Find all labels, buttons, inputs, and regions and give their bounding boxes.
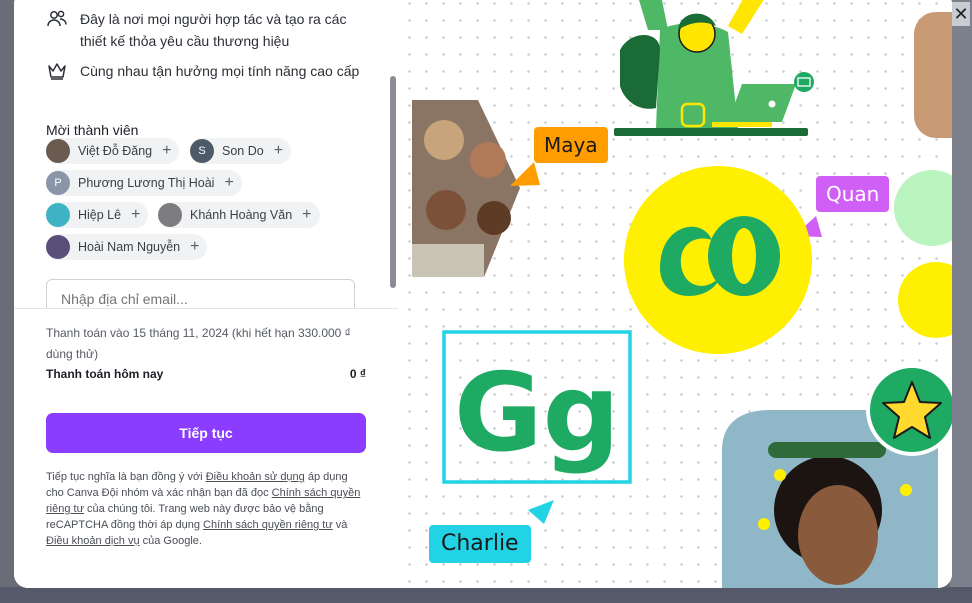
tag-charlie: Charlie xyxy=(429,525,531,563)
mail-badge xyxy=(794,72,814,92)
avatar xyxy=(46,235,70,259)
laptop xyxy=(728,84,796,122)
member-name: Khánh Hoàng Văn xyxy=(190,208,293,222)
today-value: 0 ₫ xyxy=(349,367,366,381)
today-label: Thanh toán hôm nay xyxy=(46,367,164,381)
member-chip[interactable]: Việt Đỗ Đăng + xyxy=(46,138,180,164)
add-icon[interactable]: + xyxy=(190,239,199,255)
member-name: Phương Lương Thị Hoài xyxy=(78,176,215,190)
google-privacy-link[interactable]: Chính sách quyền riêng tư xyxy=(203,519,333,531)
hair-clip xyxy=(774,469,786,481)
hair-clip xyxy=(758,518,770,530)
photo-face xyxy=(426,190,466,230)
member-chip[interactable]: Hoài Nam Nguyễn + xyxy=(46,234,208,260)
scroll-area: Đây là nơi mọi người hợp tác và tạo ra c… xyxy=(14,0,398,308)
avatar: S xyxy=(190,139,214,163)
member-name: Việt Đỗ Đăng xyxy=(78,144,153,158)
feature-premium: Cùng nhau tận hưởng mọi tính năng cao cấ… xyxy=(46,60,370,82)
logo-o-inner xyxy=(732,228,756,284)
left-panel: Đây là nơi mọi người hợp tác và tạo ra c… xyxy=(14,0,398,588)
photo-face xyxy=(477,201,511,235)
payment-section: Thanh toán vào 15 tháng 11, 2024 (khi hế… xyxy=(14,309,398,588)
add-icon[interactable]: + xyxy=(274,143,283,159)
photo-face xyxy=(424,120,464,160)
arm xyxy=(639,0,668,30)
desk xyxy=(614,128,808,136)
add-icon[interactable]: + xyxy=(162,143,171,159)
member-chip[interactable]: Hiệp Lê + xyxy=(46,202,149,228)
feature-text: Cùng nhau tận hưởng mọi tính năng cao cấ… xyxy=(80,63,360,79)
cursor-maya xyxy=(510,162,540,186)
continue-button[interactable]: Tiếp tục xyxy=(46,413,366,453)
people-icon xyxy=(47,10,67,27)
add-icon[interactable]: + xyxy=(131,207,140,223)
member-chip[interactable]: P Phương Lương Thị Hoài + xyxy=(46,170,242,196)
laptop-dot xyxy=(768,100,776,108)
feature-text: Đây là nơi mọi người hợp tác và tạo ra c… xyxy=(80,11,347,49)
payment-today-row: Thanh toán hôm nay 0 ₫ xyxy=(46,367,366,381)
member-name: Son Do xyxy=(222,144,264,158)
desk-paper xyxy=(712,122,772,127)
hair-clip xyxy=(900,484,912,496)
avatar xyxy=(158,203,182,227)
member-chip[interactable]: S Son Do + xyxy=(190,138,292,164)
hair xyxy=(620,35,660,109)
terms-link[interactable]: Điều khoản sử dụng xyxy=(206,471,305,483)
legal-part: Tiếp tục nghĩa là bạn đồng ý với xyxy=(46,471,206,483)
avatar xyxy=(46,203,70,227)
photo-face xyxy=(470,142,506,178)
feature-collaborate: Đây là nơi mọi người hợp tác và tạo ra c… xyxy=(46,8,370,52)
photo-shirt xyxy=(412,244,484,277)
tag-maya: Maya xyxy=(534,127,608,163)
team-invite-modal: Đây là nơi mọi người hợp tác và tạo ra c… xyxy=(14,0,952,588)
illustration: Gg xyxy=(412,0,952,588)
tag-quan: Quan xyxy=(816,176,890,212)
arm-raised xyxy=(728,0,764,34)
add-icon[interactable]: + xyxy=(224,175,233,191)
legal-part: và xyxy=(332,519,348,531)
backdrop-strip xyxy=(950,0,972,603)
yellow-circle-small xyxy=(898,262,952,338)
close-icon[interactable]: ✕ xyxy=(952,2,970,26)
avatar xyxy=(46,139,70,163)
mint-circle xyxy=(894,170,952,246)
email-input[interactable] xyxy=(46,279,355,308)
member-name: Hoài Nam Nguyễn xyxy=(78,240,181,254)
member-chip[interactable]: Khánh Hoàng Văn + xyxy=(158,202,320,228)
scrollbar[interactable] xyxy=(390,76,396,288)
gg-letters: Gg xyxy=(454,351,620,476)
backdrop-bottom xyxy=(0,587,972,603)
member-name: Hiệp Lê xyxy=(78,208,122,222)
google-terms-link[interactable]: Điều khoản dịch vụ xyxy=(46,535,140,547)
headband xyxy=(768,442,886,458)
woman-face xyxy=(798,485,878,585)
crown-icon xyxy=(48,63,66,80)
illustration-panel: Gg Maya Quan Charlie xyxy=(398,0,952,588)
legal-part: của Google. xyxy=(139,535,202,547)
payment-note: Thanh toán vào 15 tháng 11, 2024 (khi hế… xyxy=(46,326,351,361)
invite-title: Mời thành viên xyxy=(46,122,139,138)
add-icon[interactable]: + xyxy=(302,207,311,223)
cursor-charlie xyxy=(528,500,554,524)
avatar: P xyxy=(46,171,70,195)
legal-text: Tiếp tục nghĩa là bạn đồng ý với Điều kh… xyxy=(46,469,362,549)
hands-photo xyxy=(914,12,952,138)
